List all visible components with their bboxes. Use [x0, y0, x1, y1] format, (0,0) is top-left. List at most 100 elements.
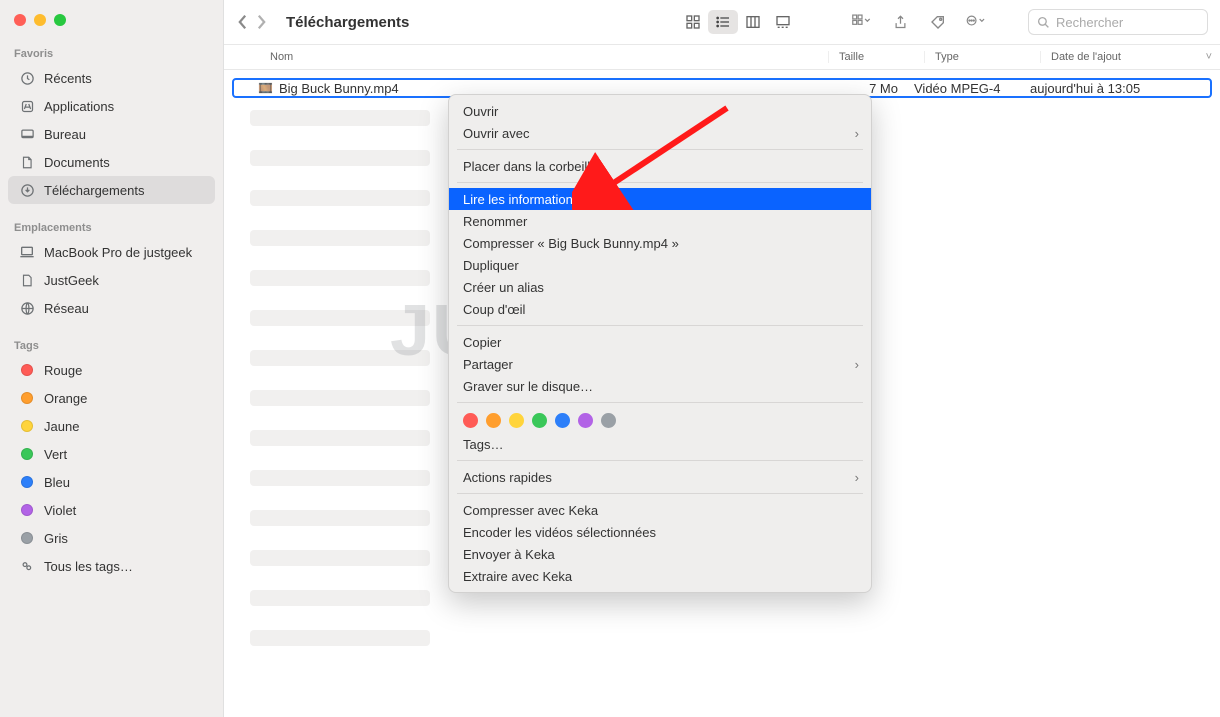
ctx-tag-color[interactable]	[463, 413, 478, 428]
toolbar: Téléchargements	[224, 0, 1220, 44]
tag-dot-icon	[18, 476, 36, 488]
placeholder-row	[250, 270, 430, 286]
ctx-keka-extract[interactable]: Extraire avec Keka	[449, 565, 871, 587]
column-size[interactable]: Taille	[828, 51, 924, 63]
ctx-open-with[interactable]: Ouvrir avec ›	[449, 122, 871, 144]
sidebar-item-label: Violet	[44, 503, 76, 518]
sidebar-tag-item[interactable]: Vert	[8, 440, 215, 468]
tag-dot-icon	[18, 392, 36, 404]
context-menu: Ouvrir Ouvrir avec › Placer dans la corb…	[448, 94, 872, 593]
globe-icon	[18, 301, 36, 316]
desktop-icon	[18, 127, 36, 142]
sidebar-tag-item[interactable]: Bleu	[8, 468, 215, 496]
sidebar-item-all-tags[interactable]: Tous les tags…	[8, 552, 215, 580]
forward-button[interactable]	[255, 13, 268, 31]
sidebar-item-applications[interactable]: Applications	[8, 92, 215, 120]
traffic-lights	[0, 8, 223, 44]
ctx-keka-compress[interactable]: Compresser avec Keka	[449, 499, 871, 521]
ctx-get-info[interactable]: Lire les informations	[449, 188, 871, 210]
placeholder-row	[250, 430, 430, 446]
group-button[interactable]	[848, 10, 876, 34]
placeholder-row	[250, 550, 430, 566]
ctx-duplicate[interactable]: Dupliquer	[449, 254, 871, 276]
close-button[interactable]	[14, 14, 26, 26]
favorites-heading: Favoris	[0, 44, 223, 64]
ctx-tags[interactable]: Tags…	[449, 433, 871, 455]
sidebar-item-label: Applications	[44, 99, 114, 114]
clock-icon	[18, 71, 36, 86]
ctx-tag-color[interactable]	[532, 413, 547, 428]
sidebar-tag-item[interactable]: Violet	[8, 496, 215, 524]
sidebar-item-network[interactable]: Réseau	[8, 294, 215, 322]
column-name[interactable]: Nom	[224, 51, 828, 63]
ctx-tag-color[interactable]	[578, 413, 593, 428]
ctx-burn[interactable]: Graver sur le disque…	[449, 375, 871, 397]
sidebar: Favoris Récents Applications Bureau	[0, 0, 224, 717]
chevron-right-icon: ›	[855, 470, 859, 485]
sidebar-item-desktop[interactable]: Bureau	[8, 120, 215, 148]
document-icon	[18, 273, 36, 288]
minimize-button[interactable]	[34, 14, 46, 26]
column-type[interactable]: Type	[924, 51, 1040, 63]
window-title: Téléchargements	[286, 14, 409, 31]
tag-dot-icon	[18, 504, 36, 516]
ctx-copy[interactable]: Copier	[449, 331, 871, 353]
sidebar-item-documents[interactable]: Documents	[8, 148, 215, 176]
ctx-tag-colors	[449, 408, 871, 433]
chevron-down-icon: ˅	[1206, 51, 1212, 63]
sidebar-item-label: Tous les tags…	[44, 559, 133, 574]
downloads-icon	[18, 183, 36, 198]
placeholder-row	[250, 350, 430, 366]
ctx-share[interactable]: Partager ›	[449, 353, 871, 375]
sidebar-tag-item[interactable]: Jaune	[8, 412, 215, 440]
tag-dot-icon	[18, 420, 36, 432]
sidebar-item-label: Réseau	[44, 301, 89, 316]
search-input[interactable]: Rechercher	[1028, 9, 1208, 35]
tag-button[interactable]	[924, 10, 952, 34]
ctx-keka-send[interactable]: Envoyer à Keka	[449, 543, 871, 565]
tags-heading: Tags	[0, 336, 223, 356]
sidebar-item-justgeek[interactable]: JustGeek	[8, 266, 215, 294]
ctx-compress[interactable]: Compresser « Big Buck Bunny.mp4 »	[449, 232, 871, 254]
ctx-encode-videos[interactable]: Encoder les vidéos sélectionnées	[449, 521, 871, 543]
sidebar-item-label: JustGeek	[44, 273, 99, 288]
sidebar-item-recents[interactable]: Récents	[8, 64, 215, 92]
sidebar-item-downloads[interactable]: Téléchargements	[8, 176, 215, 204]
ctx-rename[interactable]: Renommer	[449, 210, 871, 232]
ctx-alias[interactable]: Créer un alias	[449, 276, 871, 298]
sidebar-item-label: Téléchargements	[44, 183, 144, 198]
maximize-button[interactable]	[54, 14, 66, 26]
file-type: Vidéo MPEG-4	[908, 81, 1024, 96]
view-icons-button[interactable]	[678, 10, 708, 34]
sidebar-item-label: Bureau	[44, 127, 86, 142]
sidebar-tag-item[interactable]: Orange	[8, 384, 215, 412]
more-button[interactable]	[962, 10, 990, 34]
ctx-quick-actions[interactable]: Actions rapides ›	[449, 466, 871, 488]
ctx-tag-color[interactable]	[601, 413, 616, 428]
search-placeholder: Rechercher	[1056, 15, 1123, 30]
placeholder-row	[250, 150, 430, 166]
document-icon	[18, 155, 36, 170]
sidebar-tag-item[interactable]: Gris	[8, 524, 215, 552]
ctx-tag-color[interactable]	[486, 413, 501, 428]
ctx-open[interactable]: Ouvrir	[449, 100, 871, 122]
share-button[interactable]	[886, 10, 914, 34]
ctx-trash[interactable]: Placer dans la corbeille	[449, 155, 871, 177]
placeholder-row	[250, 190, 430, 206]
file-name: Big Buck Bunny.mp4	[279, 81, 399, 96]
ctx-quicklook[interactable]: Coup d'œil	[449, 298, 871, 320]
sidebar-item-macbook[interactable]: MacBook Pro de justgeek	[8, 238, 215, 266]
back-button[interactable]	[236, 13, 249, 31]
tag-dot-icon	[18, 364, 36, 376]
view-gallery-button[interactable]	[768, 10, 798, 34]
column-date[interactable]: Date de l'ajout ˅	[1040, 51, 1220, 63]
placeholder-row	[250, 310, 430, 326]
ctx-tag-color[interactable]	[509, 413, 524, 428]
sidebar-item-label: Récents	[44, 71, 92, 86]
view-list-button[interactable]	[708, 10, 738, 34]
placeholder-row	[250, 390, 430, 406]
view-columns-button[interactable]	[738, 10, 768, 34]
sidebar-tag-item[interactable]: Rouge	[8, 356, 215, 384]
placeholder-row	[250, 470, 430, 486]
ctx-tag-color[interactable]	[555, 413, 570, 428]
